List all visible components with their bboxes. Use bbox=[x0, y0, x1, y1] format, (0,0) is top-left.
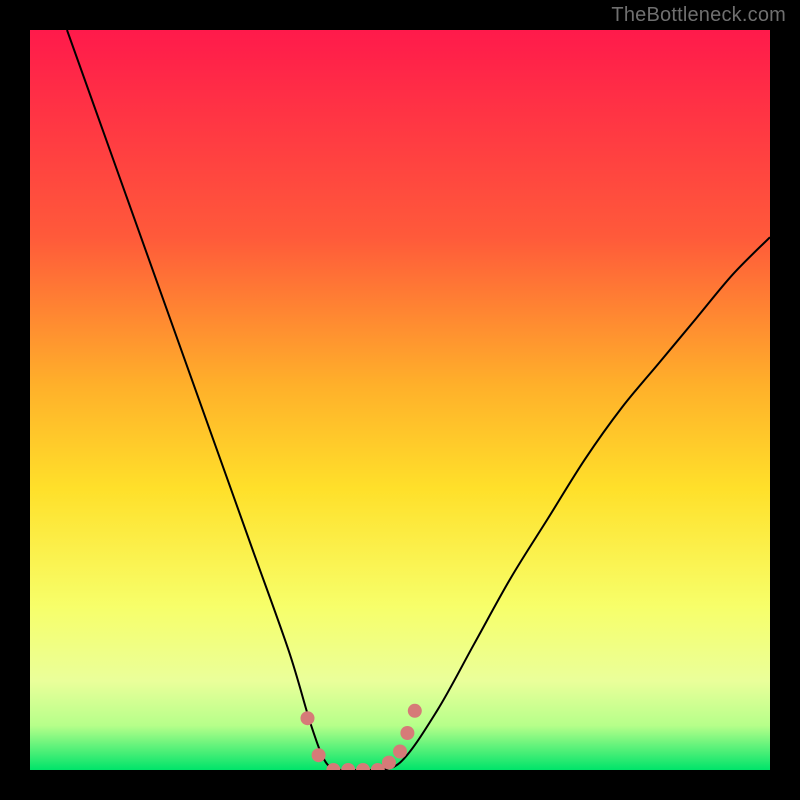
marker-dot bbox=[341, 763, 355, 777]
watermark-text: TheBottleneck.com bbox=[611, 4, 786, 27]
marker-dot bbox=[393, 745, 407, 759]
bottleneck-chart bbox=[0, 0, 800, 800]
marker-dot bbox=[408, 704, 422, 718]
marker-dot bbox=[382, 756, 396, 770]
marker-dot bbox=[312, 748, 326, 762]
marker-dot bbox=[400, 726, 414, 740]
marker-dot bbox=[301, 711, 315, 725]
marker-dot bbox=[326, 763, 340, 777]
marker-dot bbox=[356, 763, 370, 777]
chart-frame: TheBottleneck.com bbox=[0, 0, 800, 800]
plot-background bbox=[30, 30, 770, 770]
